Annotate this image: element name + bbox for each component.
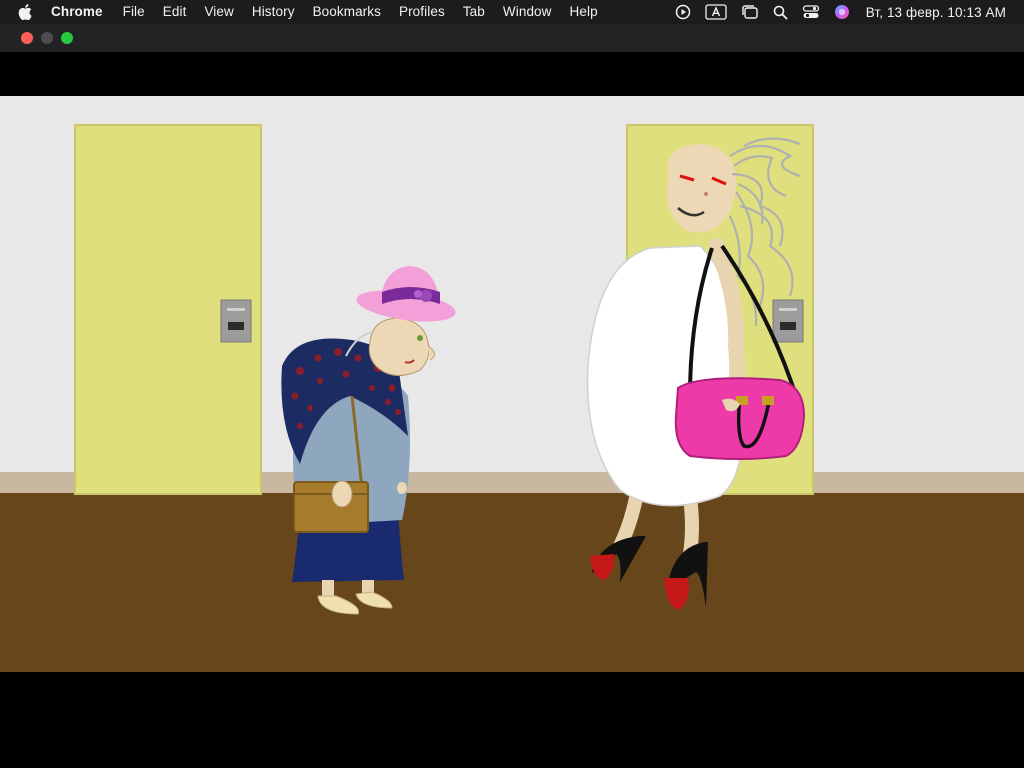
status-area: Вт, 13 февр. 10:13 AM	[661, 0, 1024, 24]
apple-logo-icon[interactable]	[18, 4, 34, 20]
macos-menubar: Chrome File Edit View History Bookmarks …	[0, 0, 1024, 24]
menu-edit[interactable]: Edit	[154, 0, 196, 24]
menubar-clock[interactable]: Вт, 13 февр. 10:13 AM	[866, 5, 1006, 20]
menu-help[interactable]: Help	[561, 0, 607, 24]
window-close-button[interactable]	[21, 32, 33, 44]
left-door-card-reader	[220, 299, 252, 343]
play-circle-icon[interactable]	[675, 0, 691, 24]
search-icon[interactable]	[773, 0, 788, 24]
menu-tab[interactable]: Tab	[454, 0, 494, 24]
menu-items: Chrome File Edit View History Bookmarks …	[51, 0, 607, 24]
keyboard-a-icon[interactable]	[705, 0, 727, 24]
window-stack-icon[interactable]	[741, 0, 759, 24]
menu-app-chrome[interactable]: Chrome	[51, 0, 114, 24]
menu-history[interactable]: History	[243, 0, 304, 24]
window-titlebar	[0, 24, 1024, 52]
siri-icon[interactable]	[834, 0, 850, 24]
window-maximize-button[interactable]	[61, 32, 73, 44]
cartoon-scene	[0, 96, 1024, 672]
menu-profiles[interactable]: Profiles	[390, 0, 454, 24]
floor	[0, 493, 1024, 672]
right-door-card-reader	[772, 299, 804, 343]
menu-view[interactable]: View	[195, 0, 242, 24]
menu-file[interactable]: File	[114, 0, 154, 24]
left-door	[74, 124, 262, 495]
window-minimize-button[interactable]	[41, 32, 53, 44]
control-center-icon[interactable]	[802, 0, 820, 24]
menu-window[interactable]: Window	[494, 0, 561, 24]
menu-bookmarks[interactable]: Bookmarks	[304, 0, 390, 24]
video-player[interactable]	[0, 52, 1024, 768]
